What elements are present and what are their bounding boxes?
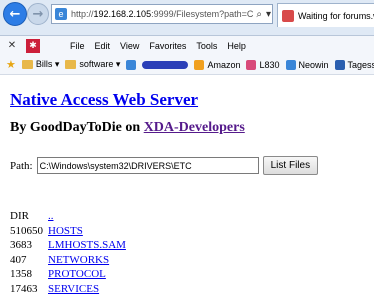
file-size: DIR [10, 210, 29, 223]
file-size: 1358 [10, 268, 32, 281]
file-link[interactable]: HOSTS [48, 225, 83, 237]
file-row: 407 NETWORKS [10, 253, 126, 268]
menu-file[interactable]: File [70, 41, 85, 51]
favorites-star-icon[interactable]: ★ [6, 58, 16, 71]
file-size: 510650 [10, 224, 43, 237]
forward-arrow-icon: → [32, 6, 44, 22]
tagesschau-icon [334, 59, 345, 70]
back-button[interactable]: ← [3, 2, 27, 26]
file-link[interactable]: PROTOCOL [48, 268, 106, 280]
url-host: 192.168.2.105 [93, 9, 152, 19]
browser-toolbar: ← → e http://192.168.2.105:9999/Filesyst… [0, 0, 374, 36]
menu-help[interactable]: Help [227, 41, 246, 51]
file-link[interactable]: NETWORKS [48, 254, 109, 266]
file-row: 1358 PROTOCOL [10, 267, 126, 282]
menu-bar: ✕ ✱ File Edit View Favorites Tools Help [0, 36, 374, 55]
url-prefix: http:// [71, 9, 94, 19]
address-controls: ⌕ ▾ ↻ [253, 8, 272, 20]
file-row: 17463 SERVICES [10, 282, 126, 297]
fav-tagesschau[interactable]: Tagesscha [334, 59, 374, 70]
path-form: Path: List Files [10, 156, 319, 175]
list-files-button[interactable]: List Files [262, 156, 319, 175]
menu-edit[interactable]: Edit [95, 41, 111, 51]
file-size: 407 [10, 253, 27, 266]
redacted-mark [142, 60, 189, 69]
tab-favicon-icon [282, 9, 294, 22]
menu-view[interactable]: View [120, 41, 139, 51]
fav-redacted[interactable] [126, 59, 189, 70]
path-input[interactable] [36, 157, 259, 174]
favorites-bar: ★ Bills ▾ software ▾ Amazon L830 Neowin … [0, 55, 374, 75]
file-row: 3683 LMHOSTS.SAM [10, 238, 126, 253]
page-icon: e [55, 8, 67, 20]
file-size: 17463 [10, 282, 38, 295]
forward-button[interactable]: → [27, 3, 49, 25]
path-label: Path: [10, 159, 33, 172]
ie-page-icon [126, 59, 137, 70]
file-row: 510650 HOSTS [10, 224, 126, 239]
fav-l830[interactable]: L830 [246, 59, 280, 70]
amazon-icon [194, 59, 205, 70]
byline: By GoodDayToDie on XDA-Developers [10, 120, 245, 136]
page-title-link[interactable]: Native Access Web Server [10, 90, 198, 110]
file-link[interactable]: LMHOSTS.SAM [48, 239, 126, 251]
menu-tools[interactable]: Tools [196, 41, 217, 51]
address-bar[interactable]: e http://192.168.2.105:9999/Filesystem?p… [51, 4, 273, 24]
xda-link[interactable]: XDA-Developers [144, 120, 245, 135]
fav-neowin[interactable]: Neowin [285, 59, 329, 70]
l830-icon [246, 59, 257, 70]
tab-title: Waiting for forums.windr [298, 10, 374, 21]
byline-prefix: By GoodDayToDie on [10, 120, 144, 135]
file-list: DIR.. 510650 HOSTS 3683 LMHOSTS.SAM 407 NET… [10, 209, 126, 296]
neowin-icon [285, 59, 296, 70]
dropdown-icon[interactable]: ▾ [266, 9, 271, 20]
app-logo-icon[interactable]: ✱ [26, 38, 40, 53]
menu-favorites[interactable]: Favorites [149, 41, 186, 51]
back-arrow-icon: ← [9, 6, 21, 22]
folder-icon [65, 60, 77, 69]
file-row: DIR.. [10, 209, 126, 224]
file-link[interactable]: SERVICES [48, 283, 99, 295]
url-rest: :9999/Filesystem?path=C [151, 9, 254, 19]
fav-bills[interactable]: Bills ▾ [21, 59, 59, 70]
close-icon[interactable]: ✕ [4, 40, 20, 51]
file-link[interactable]: .. [48, 210, 54, 222]
folder-icon [21, 60, 33, 69]
fav-software[interactable]: software ▾ [65, 59, 120, 70]
search-icon[interactable]: ⌕ [256, 9, 262, 20]
fav-amazon[interactable]: Amazon [194, 59, 240, 70]
file-size: 3683 [10, 239, 32, 252]
browser-tab[interactable]: Waiting for forums.windr [277, 3, 374, 27]
